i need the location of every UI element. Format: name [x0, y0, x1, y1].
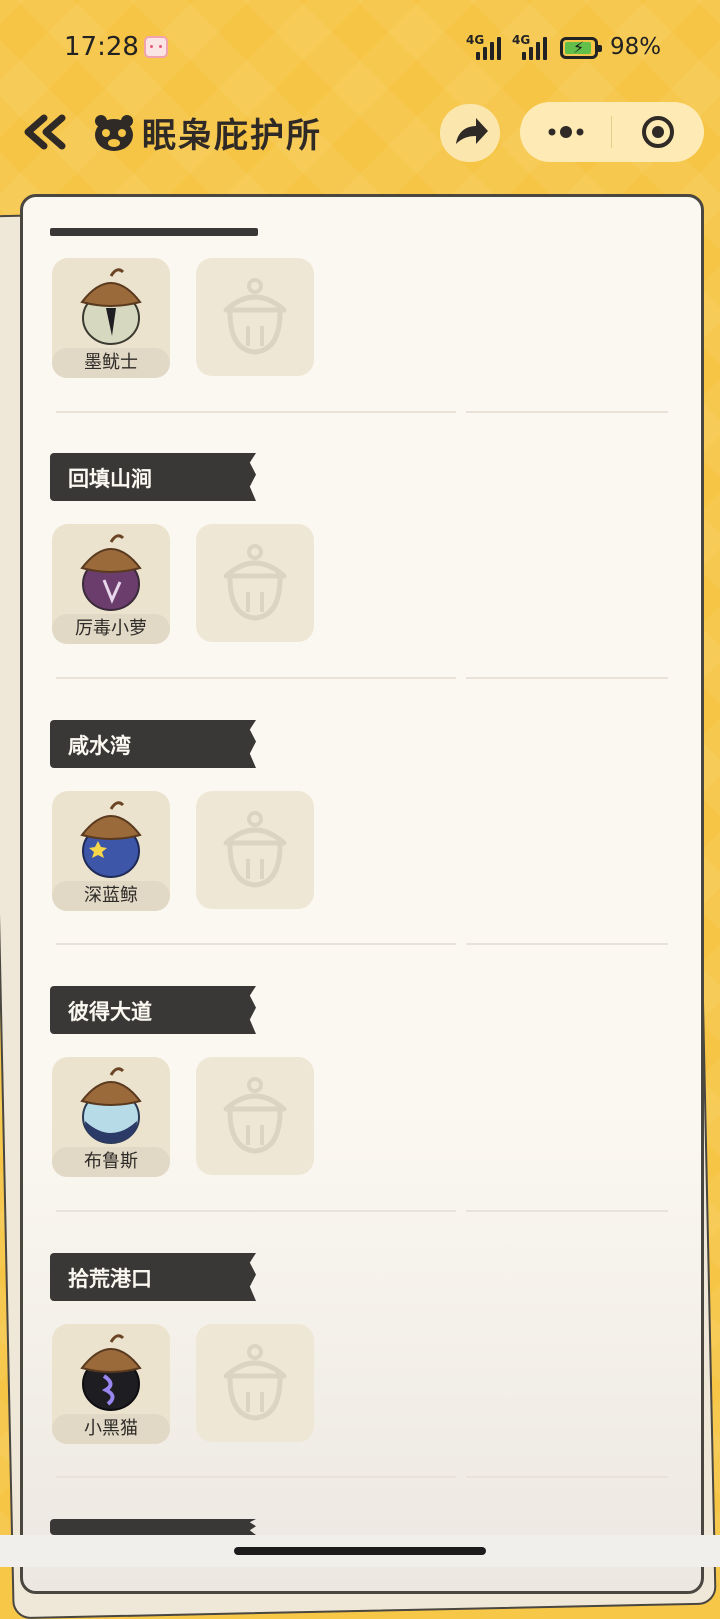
home-indicator[interactable] — [234, 1547, 486, 1555]
status-time: 17:28 — [64, 32, 139, 62]
section-title-banner-partial — [50, 1519, 256, 1535]
owl-logo-icon — [95, 115, 133, 151]
section-title-text: 拾荒港口 — [68, 1267, 152, 1291]
share-button[interactable] — [440, 104, 500, 162]
status-bar: 17:28 4G 4G ⚡ 98% — [0, 0, 720, 96]
creature-card[interactable]: 小黑猫 — [52, 1324, 170, 1444]
acorn-placeholder-icon — [223, 1344, 287, 1421]
section-divider — [56, 1476, 668, 1478]
double-chevron-back-icon[interactable] — [22, 112, 70, 152]
section-title-text: 彼得大道 — [68, 1000, 152, 1024]
empty-slot-card[interactable] — [196, 1324, 314, 1442]
creature-name: 墨鱿士 — [52, 348, 170, 378]
empty-slot-card[interactable] — [196, 258, 314, 376]
section-title-banner: 咸水湾 — [50, 720, 256, 768]
acorn-placeholder-icon — [223, 278, 287, 355]
acorn-placeholder-icon — [223, 1077, 287, 1154]
signal-bars-2-icon — [522, 36, 550, 60]
section-divider — [56, 943, 668, 945]
acorn-creature-icon — [80, 801, 142, 878]
creature-name: 深蓝鲸 — [52, 881, 170, 911]
creature-name: 布鲁斯 — [52, 1147, 170, 1177]
section-divider — [56, 411, 668, 413]
capsule-divider — [611, 116, 612, 148]
acorn-placeholder-icon — [223, 544, 287, 621]
section-title-banner: 回填山涧 — [50, 453, 256, 501]
battery-icon: ⚡ — [560, 37, 602, 59]
section-title-banner: 彼得大道 — [50, 986, 256, 1034]
acorn-creature-icon — [80, 1334, 142, 1411]
close-miniprogram-icon[interactable] — [640, 114, 676, 150]
section-title-text: 咸水湾 — [68, 734, 131, 758]
nav-title-group: 眠枭庇护所 — [92, 110, 322, 156]
creature-name: 小黑猫 — [52, 1414, 170, 1444]
section-divider — [56, 1210, 668, 1212]
bilibili-notification-icon — [144, 36, 168, 58]
section-title-banner: 拾荒港口 — [50, 1253, 256, 1301]
section-divider — [56, 677, 668, 679]
creature-name: 厉毒小萝 — [52, 614, 170, 644]
acorn-placeholder-icon — [223, 811, 287, 888]
creature-card[interactable]: 墨鱿士 — [52, 258, 170, 378]
miniprogram-capsule — [520, 102, 704, 162]
acorn-creature-icon — [80, 534, 142, 611]
creature-card[interactable]: 厉毒小萝 — [52, 524, 170, 644]
signal-bars-1-icon — [476, 36, 504, 60]
acorn-creature-icon — [80, 268, 142, 345]
section-title-text: 回填山涧 — [68, 467, 152, 491]
empty-slot-card[interactable] — [196, 1057, 314, 1175]
creature-card[interactable]: 深蓝鲸 — [52, 791, 170, 911]
section-title-partial — [50, 228, 258, 236]
creature-card[interactable]: 布鲁斯 — [52, 1057, 170, 1177]
acorn-creature-icon — [80, 1067, 142, 1144]
empty-slot-card[interactable] — [196, 791, 314, 909]
more-options-icon[interactable] — [544, 114, 588, 150]
empty-slot-card[interactable] — [196, 524, 314, 642]
share-arrow-icon — [456, 118, 488, 144]
nav-bar: 眠枭庇护所 — [0, 96, 720, 176]
page-title: 眠枭庇护所 — [142, 115, 322, 156]
battery-percent: 98% — [610, 34, 662, 60]
